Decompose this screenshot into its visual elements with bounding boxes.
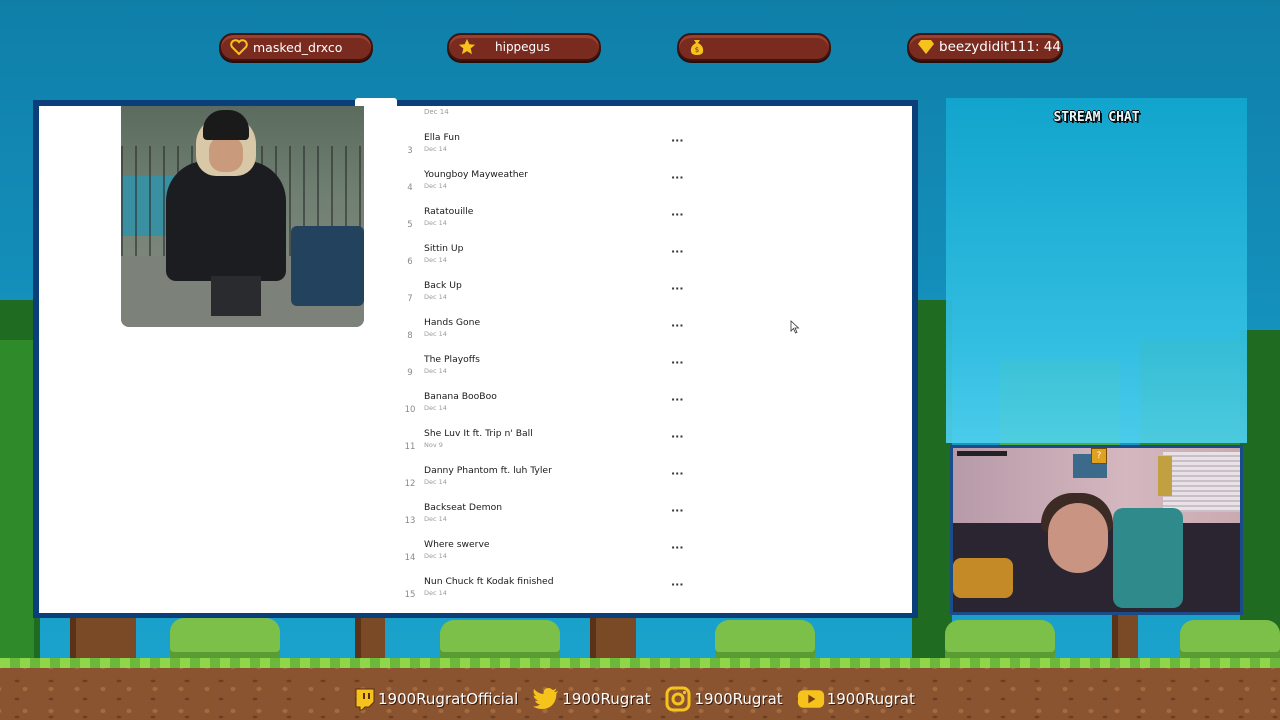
track-date-partial: Dec 14 — [424, 108, 449, 116]
track-title[interactable]: Where swerve — [424, 539, 490, 550]
track-number: 13 — [404, 516, 416, 526]
track-row[interactable]: 11 She Luv It ft. Trip n' Ball Nov 9 ··· — [399, 428, 689, 465]
track-number: 8 — [407, 331, 413, 341]
track-title[interactable]: Hands Gone — [424, 317, 480, 328]
more-options-icon[interactable]: ··· — [671, 208, 684, 221]
track-date: Dec 14 — [424, 515, 447, 523]
more-options-icon[interactable]: ··· — [671, 134, 684, 147]
alert-pill-bits: beezydidit111: 44 — [907, 33, 1063, 61]
track-number: 5 — [407, 220, 413, 230]
more-options-icon[interactable]: ··· — [671, 356, 684, 369]
track-date: Nov 9 — [424, 441, 443, 449]
track-number: 3 — [407, 146, 413, 156]
track-date: Dec 14 — [424, 367, 447, 375]
album-cover-image — [121, 106, 364, 327]
track-row[interactable]: 9 The Playoffs Dec 14 ··· — [399, 354, 689, 391]
twitter-icon — [532, 686, 560, 712]
track-title[interactable]: Ella Fun — [424, 132, 460, 143]
track-date: Dec 14 — [424, 145, 447, 153]
track-date: Dec 14 — [424, 219, 447, 227]
track-number: 9 — [407, 368, 413, 378]
more-options-icon[interactable]: ··· — [671, 430, 684, 443]
track-title[interactable]: She Luv It ft. Trip n' Ball — [424, 428, 533, 439]
social-instagram-label: 1900Rugrat — [694, 690, 783, 708]
track-number: 12 — [404, 479, 416, 489]
social-twitch-label: 1900RugratOfficial — [378, 690, 519, 708]
alert-pill-follower: masked_drxco — [219, 33, 373, 61]
track-row[interactable]: 12 Danny Phantom ft. luh Tyler Dec 14 ··· — [399, 465, 689, 502]
alert-pill-subscriber: hippegus — [447, 33, 601, 61]
track-number: 10 — [404, 405, 416, 415]
track-date: Dec 14 — [424, 256, 447, 264]
social-instagram: 1900Rugrat — [664, 686, 783, 712]
social-youtube: 1900Rugrat — [797, 686, 915, 712]
svg-text:$: $ — [695, 46, 699, 54]
track-row[interactable]: 15 Nun Chuck ft Kodak finished Dec 14 ··· — [399, 576, 689, 613]
youtube-icon — [797, 686, 825, 712]
track-row[interactable]: 10 Banana BooBoo Dec 14 ··· — [399, 391, 689, 428]
track-title[interactable]: The Playoffs — [424, 354, 480, 365]
social-twitch: 1900RugratOfficial — [350, 686, 518, 712]
track-row[interactable]: 7 Back Up Dec 14 ··· — [399, 280, 689, 317]
track-number: 7 — [407, 294, 413, 304]
more-options-icon[interactable]: ··· — [671, 578, 684, 591]
track-row[interactable]: 13 Backseat Demon Dec 14 ··· — [399, 502, 689, 539]
track-date: Dec 14 — [424, 293, 447, 301]
more-options-icon[interactable]: ··· — [671, 319, 684, 332]
track-row[interactable]: 3 Ella Fun Dec 14 ··· — [399, 132, 689, 169]
track-date: Dec 14 — [424, 330, 447, 338]
track-title[interactable]: Ratatouille — [424, 206, 473, 217]
track-title[interactable]: Back Up — [424, 280, 462, 291]
track-row[interactable]: 4 Youngboy Mayweather Dec 14 ··· — [399, 169, 689, 206]
track-row[interactable]: 8 Hands Gone Dec 14 ··· — [399, 317, 689, 354]
money-bag-icon: $ — [687, 37, 707, 57]
track-row[interactable]: 6 Sittin Up Dec 14 ··· — [399, 243, 689, 280]
social-youtube-label: 1900Rugrat — [826, 690, 915, 708]
screen-capture: Dec 14 3 Ella Fun Dec 14 ··· 4 Youngboy Maywe… — [39, 106, 912, 613]
track-title[interactable]: Sittin Up — [424, 243, 463, 254]
track-number: 15 — [404, 590, 416, 600]
webcam-feed: ? — [950, 445, 1243, 615]
more-options-icon[interactable]: ··· — [671, 245, 684, 258]
social-twitter-label: 1900Rugrat — [562, 690, 651, 708]
alert-pill-label: hippegus — [495, 40, 551, 54]
track-title[interactable]: Banana BooBoo — [424, 391, 497, 402]
more-options-icon[interactable]: ··· — [671, 171, 684, 184]
track-date: Dec 14 — [424, 552, 447, 560]
track-title[interactable]: Backseat Demon — [424, 502, 502, 513]
track-number: 4 — [407, 183, 413, 193]
more-options-icon[interactable]: ··· — [671, 504, 684, 517]
more-options-icon[interactable]: ··· — [671, 282, 684, 295]
track-date: Dec 14 — [424, 478, 447, 486]
diamond-icon — [917, 37, 935, 57]
social-links-bar: 1900RugratOfficial 1900Rugrat 1900Rugrat… — [350, 684, 929, 714]
track-title[interactable]: Youngboy Mayweather — [424, 169, 528, 180]
social-twitter: 1900Rugrat — [532, 686, 650, 712]
twitch-icon — [350, 686, 378, 712]
track-row[interactable]: 5 Ratatouille Dec 14 ··· — [399, 206, 689, 243]
instagram-icon — [664, 686, 692, 712]
track-date: Dec 14 — [424, 404, 447, 412]
stream-chat-panel: STREAM CHAT — [946, 98, 1247, 443]
track-date: Dec 14 — [424, 589, 447, 597]
track-number: 14 — [404, 553, 416, 563]
track-row[interactable]: 14 Where swerve Dec 14 ··· — [399, 539, 689, 576]
star-icon — [457, 37, 477, 57]
track-title[interactable]: Danny Phantom ft. luh Tyler — [424, 465, 552, 476]
more-options-icon[interactable]: ··· — [671, 467, 684, 480]
alert-pill-label: masked_drxco — [253, 39, 343, 55]
heart-icon — [229, 37, 249, 57]
question-block-icon: ? — [1091, 448, 1107, 464]
track-number: 6 — [407, 257, 413, 267]
more-options-icon[interactable]: ··· — [671, 393, 684, 406]
stream-chat-title: STREAM CHAT — [1053, 110, 1140, 125]
alert-pill-label: beezydidit111: 44 — [939, 39, 1061, 55]
track-date: Dec 14 — [424, 182, 447, 190]
more-options-icon[interactable]: ··· — [671, 541, 684, 554]
track-title[interactable]: Nun Chuck ft Kodak finished — [424, 576, 554, 587]
track-number: 11 — [404, 442, 416, 452]
alert-pill-donation: $ — [677, 33, 831, 61]
